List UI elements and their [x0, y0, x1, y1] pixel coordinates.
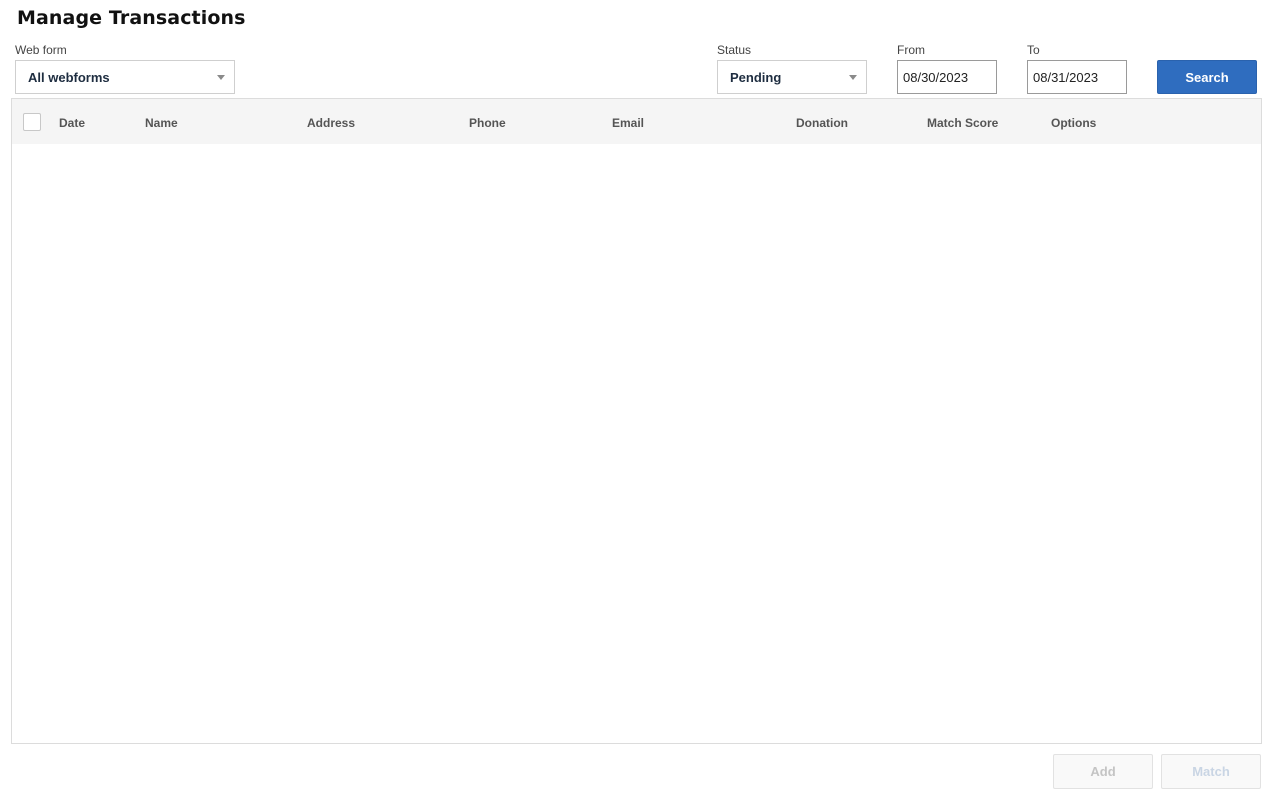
column-header-phone[interactable]: Phone	[469, 116, 506, 130]
status-select[interactable]: Pending	[717, 60, 867, 94]
page-title: Manage Transactions	[17, 7, 246, 29]
column-header-address[interactable]: Address	[307, 116, 355, 130]
webform-label: Web form	[15, 43, 67, 57]
from-label: From	[897, 43, 925, 57]
column-header-date[interactable]: Date	[59, 116, 85, 130]
select-all-checkbox[interactable]	[23, 113, 41, 131]
table-body	[12, 144, 1261, 743]
search-button[interactable]: Search	[1157, 60, 1257, 94]
status-label: Status	[717, 43, 752, 57]
match-button[interactable]: Match	[1161, 754, 1261, 789]
chevron-down-icon	[849, 75, 857, 80]
column-header-email[interactable]: Email	[612, 116, 644, 130]
status-select-value: Pending	[730, 69, 782, 85]
from-date-input[interactable]	[897, 60, 997, 94]
column-header-options: Options	[1051, 116, 1097, 130]
column-header-name[interactable]: Name	[145, 116, 178, 130]
column-header-match-score[interactable]: Match Score	[927, 116, 998, 130]
to-label: To	[1027, 43, 1040, 57]
add-button[interactable]: Add	[1053, 754, 1153, 789]
webform-select[interactable]: All webforms	[15, 60, 235, 94]
transactions-table: Date Name Address Phone Email Donation M…	[11, 98, 1262, 744]
webform-select-value: All webforms	[28, 69, 110, 85]
to-date-input[interactable]	[1027, 60, 1127, 94]
table-header: Date Name Address Phone Email Donation M…	[12, 99, 1261, 144]
chevron-down-icon	[217, 75, 225, 80]
column-header-donation[interactable]: Donation	[796, 116, 848, 130]
